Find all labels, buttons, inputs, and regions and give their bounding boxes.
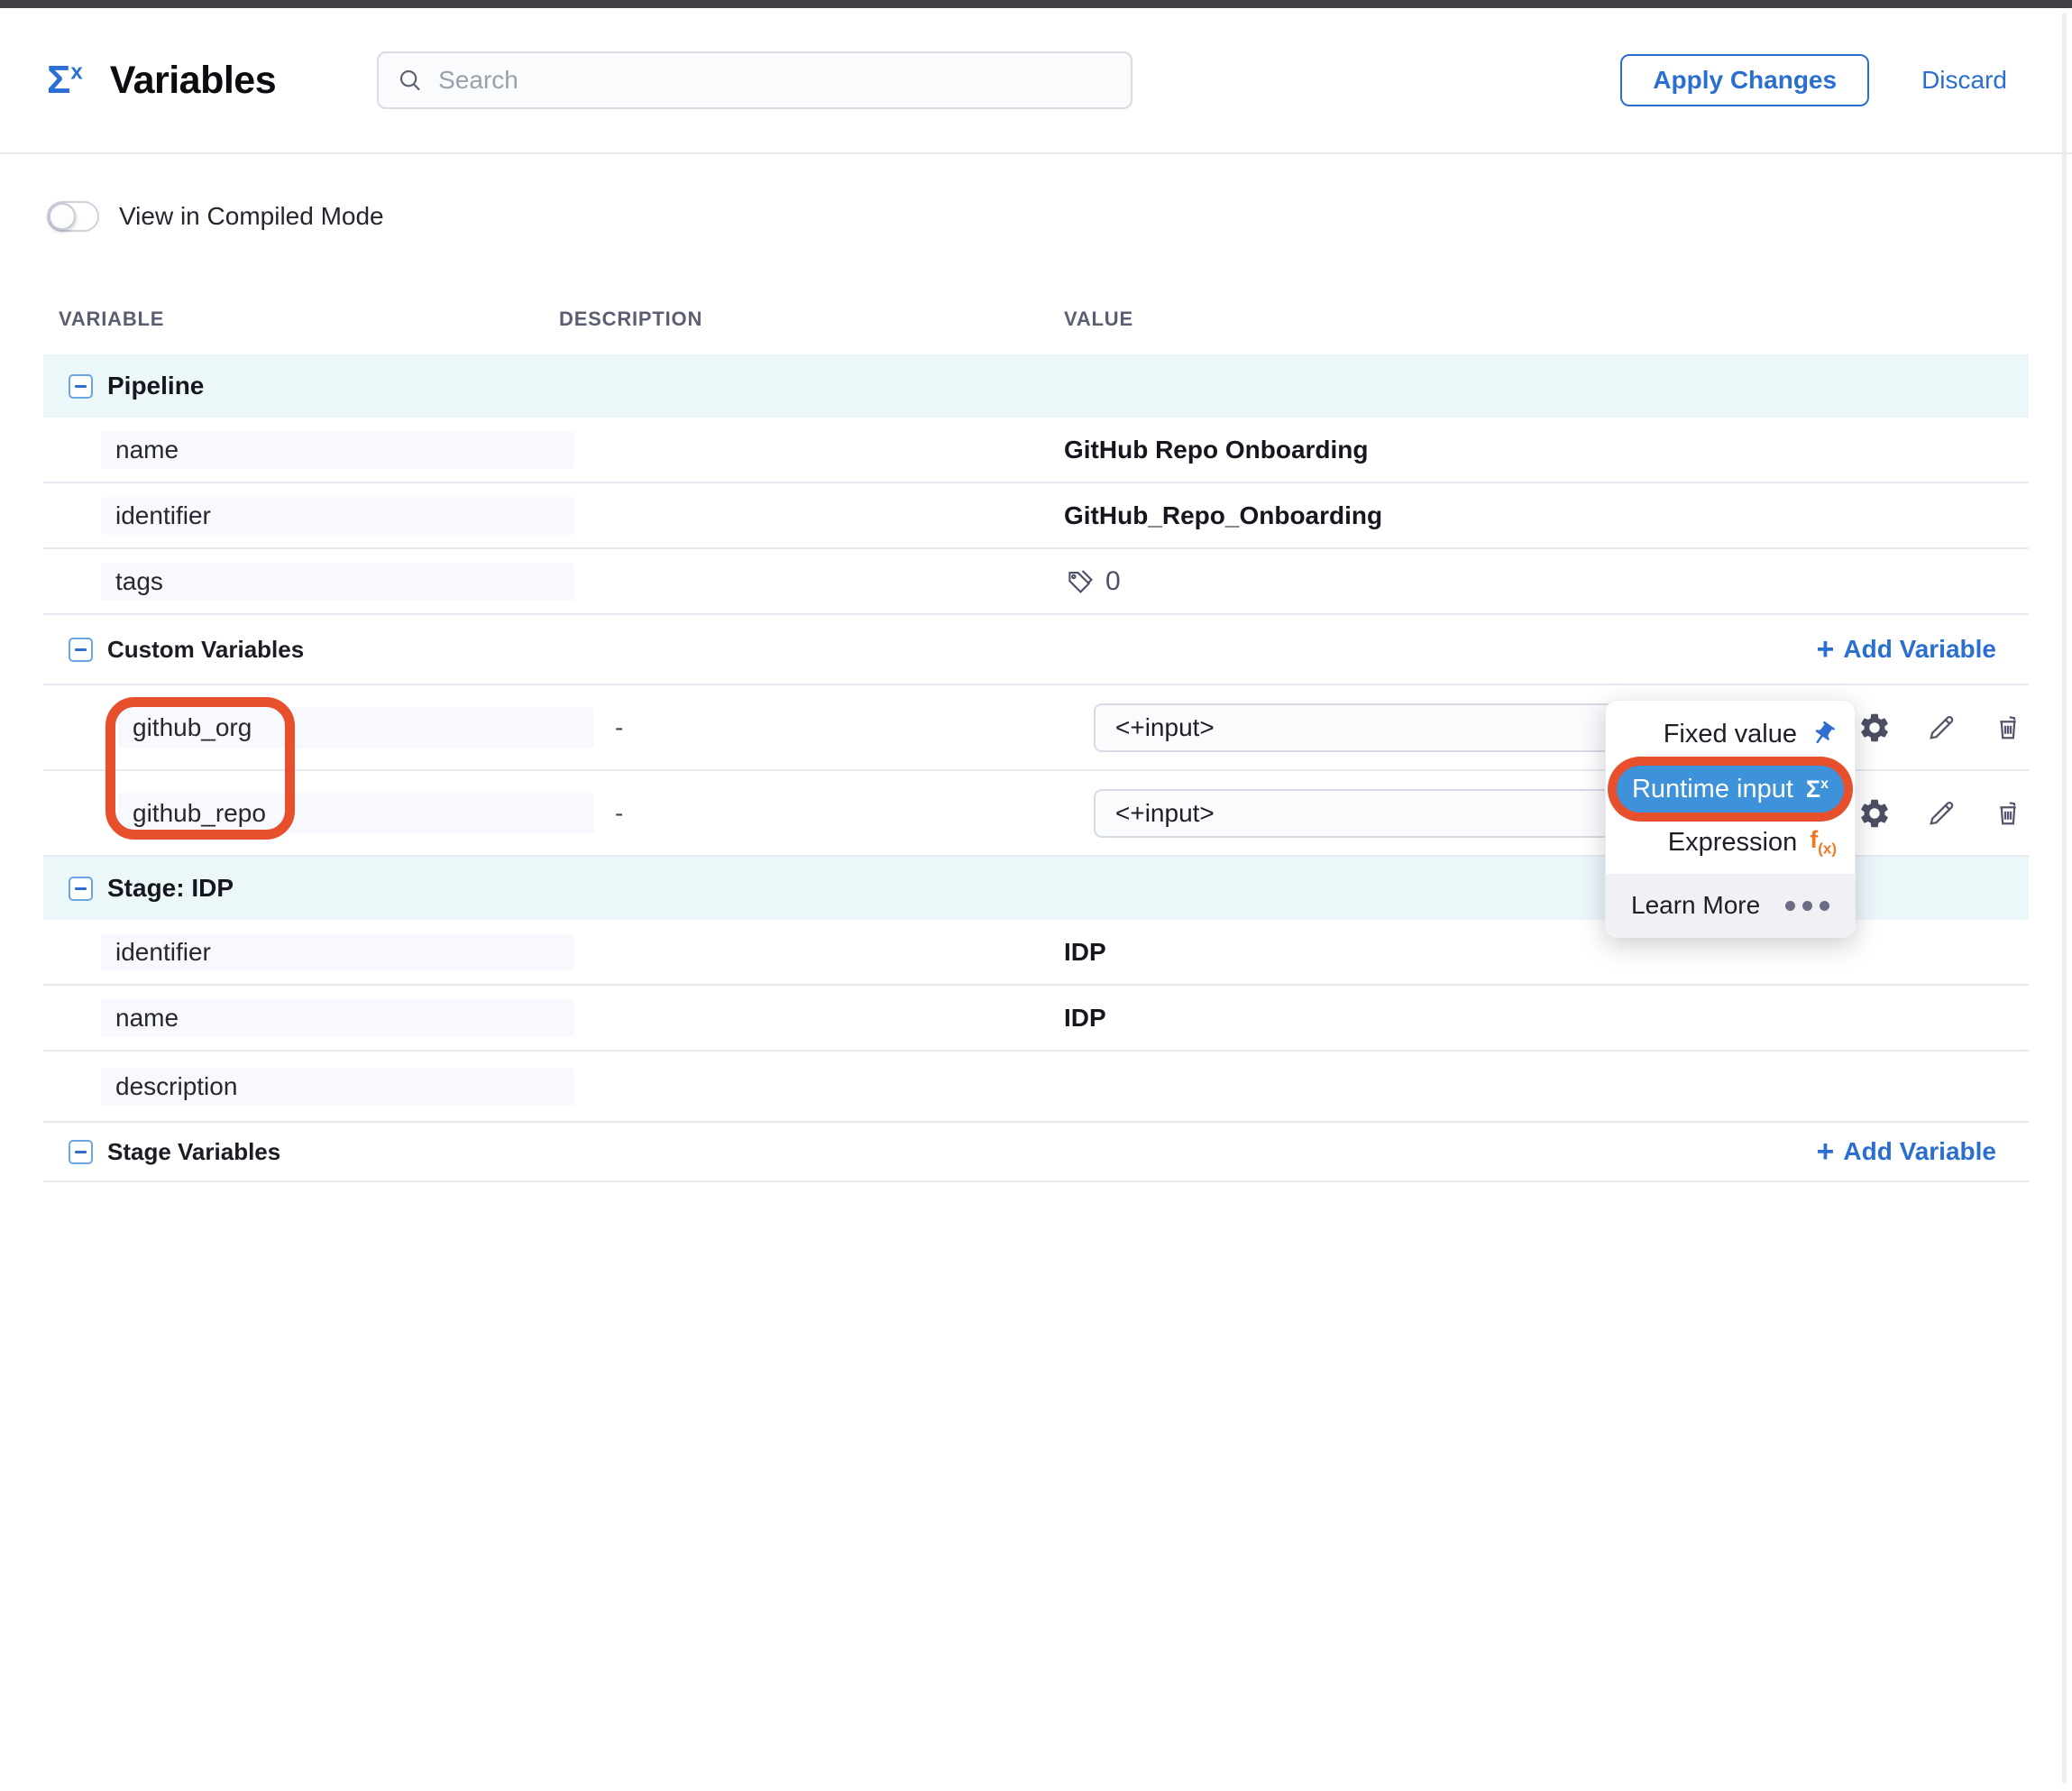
value-input-github-org[interactable]: <+input>	[1094, 703, 1617, 752]
menu-item-learn-more[interactable]: Learn More	[1606, 874, 1855, 937]
compiled-mode-label: View in Compiled Mode	[119, 202, 384, 231]
pipeline-group-row: Pipeline	[43, 354, 2029, 418]
settings-gear-icon[interactable]	[1856, 794, 1893, 832]
table-row-stage-description: description	[43, 1052, 2029, 1123]
variable-label-stage-description: description	[101, 1068, 574, 1106]
value-input-github-repo[interactable]: <+input>	[1094, 789, 1617, 838]
collapse-custom-variables-icon[interactable]	[69, 638, 93, 662]
edit-pencil-icon[interactable]	[1922, 709, 1960, 747]
collapse-stage-idp-icon[interactable]	[69, 877, 93, 901]
page-header: Σx Variables Apply Changes Discard	[0, 8, 2072, 154]
value-pipeline-name: GitHub Repo Onboarding	[1064, 436, 2029, 464]
value-stage-name: IDP	[1064, 1004, 2029, 1033]
tags-count: 0	[1105, 566, 1121, 597]
custom-variables-title: Custom Variables	[107, 636, 304, 664]
pin-icon	[1804, 715, 1842, 753]
settings-gear-icon[interactable]	[1856, 709, 1893, 747]
add-variable-button-custom[interactable]: + Add Variable	[1817, 634, 1996, 665]
table-row-name: name GitHub Repo Onboarding	[43, 418, 2029, 483]
delete-trash-icon[interactable]	[1989, 709, 2027, 747]
search-icon	[397, 67, 424, 94]
delete-trash-icon[interactable]	[1989, 794, 2027, 832]
variable-label-identifier: identifier	[101, 497, 574, 535]
table-row-tags: tags 0	[43, 549, 2029, 615]
window-top-bar	[0, 0, 2072, 8]
column-header-variable: VARIABLE	[43, 308, 559, 331]
variable-label-github-repo: github_repo	[118, 793, 594, 834]
value-pipeline-identifier: GitHub_Repo_Onboarding	[1064, 501, 2029, 530]
search-input[interactable]	[438, 66, 1113, 95]
column-header-description: DESCRIPTION	[559, 308, 1064, 331]
variable-label-stage-name: name	[101, 999, 574, 1037]
scrollbar-track[interactable]	[2062, 13, 2067, 1784]
variable-label-name: name	[101, 431, 574, 469]
sigma-x-brand-icon: Σx	[47, 60, 83, 100]
apply-changes-button[interactable]: Apply Changes	[1620, 54, 1869, 106]
tag-icon	[1064, 566, 1095, 597]
table-row-identifier: identifier GitHub_Repo_Onboarding	[43, 483, 2029, 549]
table-header-row: VARIABLE DESCRIPTION VALUE	[43, 308, 2029, 331]
toggle-knob	[49, 203, 76, 230]
stage-variables-header-row: Stage Variables + Add Variable	[43, 1123, 2029, 1182]
custom-variables-header-row: Custom Variables + Add Variable	[43, 615, 2029, 685]
edit-pencil-icon[interactable]	[1922, 794, 1960, 832]
collapse-stage-variables-icon[interactable]	[69, 1140, 93, 1164]
sigma-x-icon: Σx	[1806, 776, 1829, 804]
table-row-stage-name: name IDP	[43, 986, 2029, 1052]
value-stage-identifier: IDP	[1064, 938, 2029, 967]
discard-button[interactable]: Discard	[1921, 66, 2007, 95]
value-type-dropdown: Fixed value Runtime input Σx Expression …	[1605, 700, 1856, 938]
variable-label-github-org: github_org	[118, 707, 594, 749]
stage-idp-group-title: Stage: IDP	[107, 874, 234, 903]
custom-variable-rows: github_org - <+input> github_rep	[43, 685, 2029, 857]
ellipsis-icon	[1785, 901, 1829, 911]
column-header-value: VALUE	[1064, 308, 2029, 331]
menu-item-runtime-input[interactable]: Runtime input Σx	[1617, 766, 1844, 813]
variables-table: VARIABLE DESCRIPTION VALUE Pipeline name…	[43, 308, 2029, 1182]
description-github-repo: -	[559, 799, 1064, 828]
description-github-org: -	[559, 713, 1064, 742]
menu-item-expression[interactable]: Expression f(x)	[1606, 822, 1855, 863]
variable-label-stage-identifier: identifier	[101, 933, 574, 971]
fx-icon: f(x)	[1810, 826, 1837, 858]
plus-icon: +	[1817, 634, 1835, 665]
add-variable-button-stage[interactable]: + Add Variable	[1817, 1136, 1996, 1167]
compiled-mode-row: View in Compiled Mode	[47, 201, 2072, 232]
variable-label-tags: tags	[101, 563, 574, 601]
value-pipeline-tags: 0	[1064, 566, 2029, 597]
menu-item-fixed-value[interactable]: Fixed value	[1606, 713, 1855, 755]
page-title: Variables	[110, 59, 276, 103]
row-actions-github-repo	[1856, 794, 2029, 832]
plus-icon: +	[1817, 1136, 1835, 1167]
row-actions-github-org	[1856, 709, 2029, 747]
compiled-mode-toggle[interactable]	[47, 201, 99, 232]
search-box[interactable]	[377, 51, 1132, 109]
collapse-pipeline-icon[interactable]	[69, 374, 93, 399]
pipeline-group-title: Pipeline	[107, 372, 204, 400]
stage-variables-title: Stage Variables	[107, 1138, 280, 1166]
